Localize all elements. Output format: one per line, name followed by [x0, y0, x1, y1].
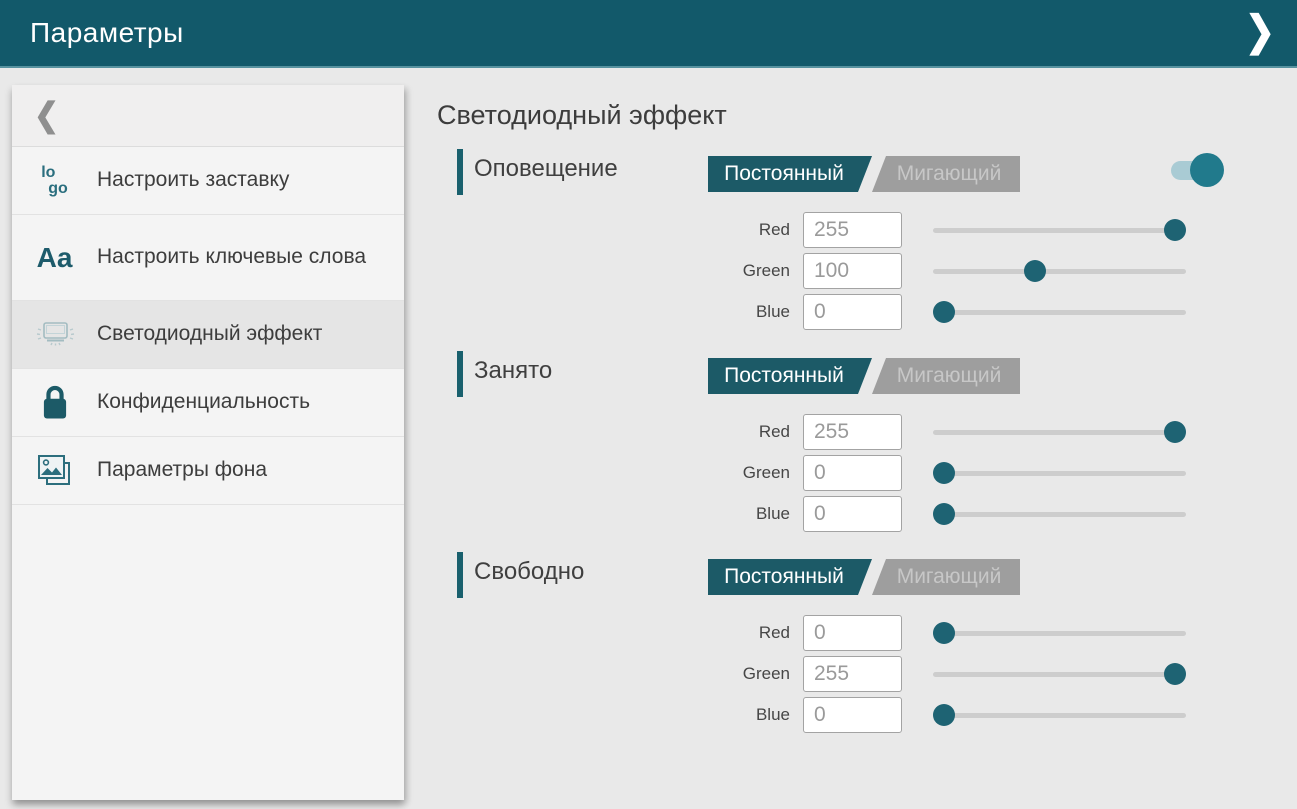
sidebar-item-label: Светодиодный эффект: [97, 321, 336, 348]
mode-solid-button[interactable]: Постоянный: [708, 358, 872, 394]
slider-track: [933, 310, 1186, 315]
content-title: Светодиодный эффект: [437, 100, 727, 131]
logo-icon: logo: [12, 165, 97, 195]
green-label: Green: [717, 261, 790, 281]
red-label: Red: [717, 623, 790, 643]
slider-track: [933, 713, 1186, 718]
sidebar-item-privacy[interactable]: Конфиденциальность: [12, 369, 404, 437]
red-value-input[interactable]: [803, 212, 902, 248]
slider-thumb[interactable]: [933, 301, 955, 323]
sidebar-item-screensaver[interactable]: logo Настроить заставку: [12, 147, 404, 215]
chevron-left-icon: ❮: [34, 96, 59, 135]
page-title: Параметры: [30, 17, 184, 49]
slider-thumb[interactable]: [1024, 260, 1046, 282]
green-label: Green: [717, 664, 790, 684]
blue-label: Blue: [717, 504, 790, 524]
red-channel-row: Red: [717, 615, 1186, 651]
green-value-input[interactable]: [803, 455, 902, 491]
sidebar-item-label: Конфиденциальность: [97, 389, 324, 416]
mode-segmented-control: Постоянный Мигающий: [708, 358, 1024, 394]
sidebar-item-background[interactable]: Параметры фона: [12, 437, 404, 505]
settings-sidebar: ❮ logo Настроить заставку Aa Настроить к…: [12, 85, 404, 800]
sidebar-item-label: Настроить заставку: [97, 167, 303, 194]
green-slider[interactable]: [933, 663, 1186, 685]
green-label: Green: [717, 463, 790, 483]
mode-blinking-button[interactable]: Мигающий: [868, 358, 1020, 394]
section-title: Занято: [474, 357, 552, 385]
mode-segmented-control: Постоянный Мигающий: [708, 559, 1024, 595]
mode-blinking-button[interactable]: Мигающий: [868, 559, 1020, 595]
slider-thumb[interactable]: [933, 704, 955, 726]
sidebar-item-keywords[interactable]: Aa Настроить ключевые слова: [12, 215, 404, 301]
mode-solid-button[interactable]: Постоянный: [708, 156, 872, 192]
mode-blinking-button[interactable]: Мигающий: [868, 156, 1020, 192]
blue-channel-row: Blue: [717, 496, 1186, 532]
slider-thumb[interactable]: [933, 622, 955, 644]
mode-solid-button[interactable]: Постоянный: [708, 559, 872, 595]
lock-icon: [12, 384, 97, 421]
red-channel-row: Red: [717, 414, 1186, 450]
green-channel-row: Green: [717, 253, 1186, 289]
blue-channel-row: Blue: [717, 697, 1186, 733]
green-value-input[interactable]: [803, 253, 902, 289]
sidebar-item-label: Параметры фона: [97, 457, 281, 484]
blue-slider[interactable]: [933, 301, 1186, 323]
section-notification: Оповещение Постоянный Мигающий Red Green…: [437, 148, 1297, 348]
section-accent-bar: [457, 149, 463, 195]
slider-track: [933, 471, 1186, 476]
led-display-icon: [12, 319, 97, 351]
slider-thumb[interactable]: [933, 462, 955, 484]
slider-track: [933, 269, 1186, 274]
blue-value-input[interactable]: [803, 294, 902, 330]
blue-label: Blue: [717, 302, 790, 322]
green-slider[interactable]: [933, 462, 1186, 484]
slider-thumb[interactable]: [1164, 663, 1186, 685]
slider-track: [933, 672, 1186, 677]
blue-value-input[interactable]: [803, 697, 902, 733]
blue-channel-row: Blue: [717, 294, 1186, 330]
section-busy: Занято Постоянный Мигающий Red Green Blu…: [437, 350, 1297, 550]
red-channel-row: Red: [717, 212, 1186, 248]
app-header: Параметры ❯: [0, 0, 1297, 68]
blue-label: Blue: [717, 705, 790, 725]
green-slider[interactable]: [933, 260, 1186, 282]
toggle-knob: [1190, 153, 1224, 187]
chevron-right-icon[interactable]: ❯: [1245, 7, 1275, 55]
red-slider[interactable]: [933, 421, 1186, 443]
slider-track: [933, 512, 1186, 517]
green-channel-row: Green: [717, 455, 1186, 491]
mode-segmented-control: Постоянный Мигающий: [708, 156, 1024, 192]
red-label: Red: [717, 422, 790, 442]
sidebar-item-led-effect[interactable]: Светодиодный эффект: [12, 301, 404, 369]
red-slider[interactable]: [933, 622, 1186, 644]
slider-track: [933, 430, 1186, 435]
slider-track: [933, 228, 1186, 233]
slider-track: [933, 631, 1186, 636]
red-value-input[interactable]: [803, 615, 902, 651]
section-title: Свободно: [474, 558, 584, 586]
sidebar-collapse-button[interactable]: ❮: [12, 85, 404, 147]
section-free: Свободно Постоянный Мигающий Red Green B…: [437, 551, 1297, 751]
sidebar-item-label: Настроить ключевые слова: [97, 244, 380, 271]
section-title: Оповещение: [474, 155, 618, 183]
slider-thumb[interactable]: [1164, 421, 1186, 443]
blue-slider[interactable]: [933, 704, 1186, 726]
background-images-icon: [12, 450, 97, 492]
blue-value-input[interactable]: [803, 496, 902, 532]
keywords-icon: Aa: [12, 242, 97, 274]
blue-slider[interactable]: [933, 503, 1186, 525]
section-accent-bar: [457, 552, 463, 598]
red-label: Red: [717, 220, 790, 240]
red-value-input[interactable]: [803, 414, 902, 450]
red-slider[interactable]: [933, 219, 1186, 241]
slider-thumb[interactable]: [933, 503, 955, 525]
section-accent-bar: [457, 351, 463, 397]
green-value-input[interactable]: [803, 656, 902, 692]
green-channel-row: Green: [717, 656, 1186, 692]
slider-thumb[interactable]: [1164, 219, 1186, 241]
enable-toggle[interactable]: [1171, 153, 1224, 187]
